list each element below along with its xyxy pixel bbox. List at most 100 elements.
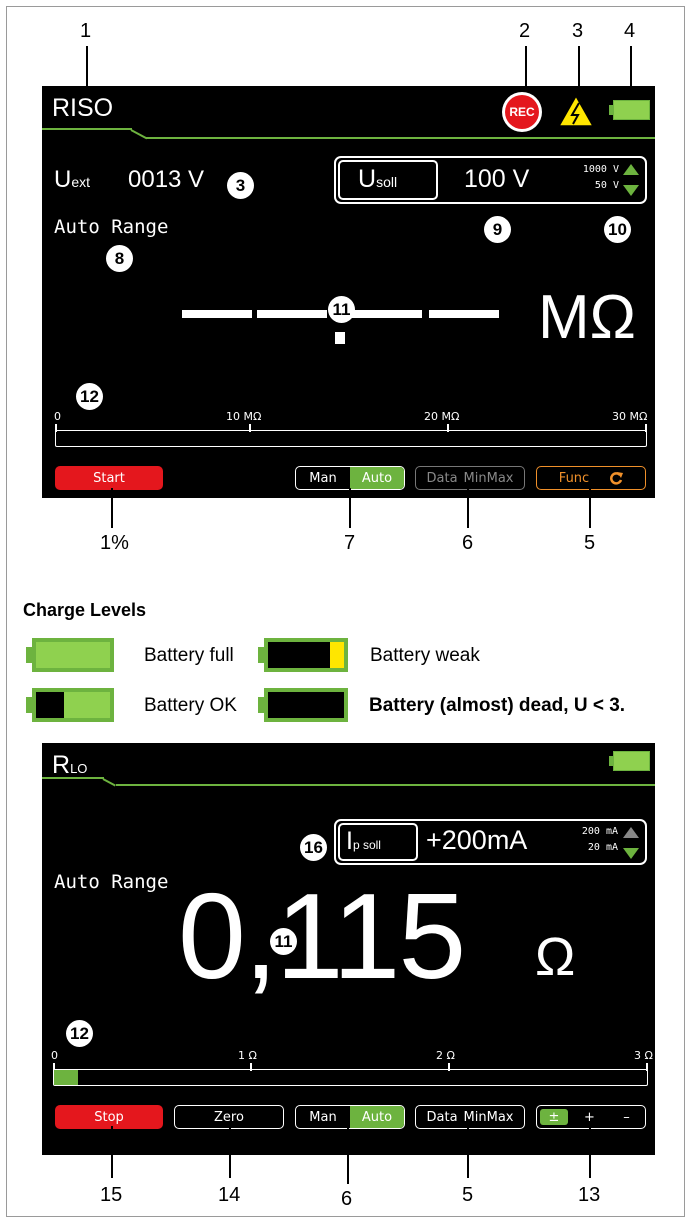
data-minmax-button-rlo[interactable]: Data MinMax <box>415 1105 525 1129</box>
callout-line-6 <box>467 488 469 528</box>
refresh-icon <box>610 472 624 485</box>
reading-unit: MΩ <box>538 283 636 352</box>
start-button[interactable]: Start <box>55 466 163 490</box>
callout-line-5 <box>589 488 591 528</box>
resistance-unit: Ω <box>535 927 576 987</box>
callout-2: 2 <box>519 20 531 42</box>
mode-title: RISO <box>52 94 114 122</box>
auto-range-label: Auto Range <box>54 216 169 238</box>
header-divider-rlo <box>116 784 655 786</box>
callout-7: 7 <box>344 532 356 554</box>
battery-full-icon <box>26 638 114 672</box>
measurement-bar-rlo <box>53 1069 648 1086</box>
man-auto-toggle[interactable]: Man Auto <box>295 466 405 490</box>
battery-weak-label: Battery weak <box>370 645 480 666</box>
header-divider <box>146 137 655 139</box>
reading-dash-3 <box>352 310 422 318</box>
usoll-max: 1000 V <box>582 164 619 175</box>
tab-slant-rlo <box>102 778 116 787</box>
minmax-label-rlo: MinMax <box>463 1109 514 1125</box>
usoll-label: Usoll <box>358 165 398 193</box>
usoll-value: 100 V <box>464 165 530 193</box>
man-option-rlo[interactable]: Man <box>296 1106 350 1128</box>
auto-option-rlo[interactable]: Auto <box>350 1106 404 1128</box>
rlo-screen: RLO 16 Ip soll +200mA 200 mA 20 mA Auto … <box>42 743 655 1155</box>
polarity-plus-option[interactable]: + <box>571 1106 608 1128</box>
uext-label: Uext <box>54 166 91 193</box>
callout-6: 6 <box>462 532 474 554</box>
charge-levels-title: Charge Levels <box>23 600 147 620</box>
badge-10: 10 <box>604 216 631 243</box>
callout-line-13 <box>589 1126 591 1178</box>
battery-full-label: Battery full <box>144 645 234 666</box>
tab-underline-rlo <box>42 777 104 779</box>
badge-8: 8 <box>106 245 133 272</box>
callout-line-1pct <box>111 488 113 528</box>
callout-line-7 <box>349 488 351 528</box>
scale-label-2-rlo: 2 Ω <box>436 1049 455 1062</box>
data-minmax-button[interactable]: Data MinMax <box>415 466 525 490</box>
ip-label: Ip soll <box>346 827 381 855</box>
man-option[interactable]: Man <box>296 467 350 489</box>
tab-underline <box>42 128 132 130</box>
polarity-minus-option[interactable]: – <box>608 1106 645 1128</box>
rec-indicator: REC <box>505 95 539 129</box>
badge-3: 3 <box>227 172 254 199</box>
auto-range-label-rlo: Auto Range <box>54 871 169 893</box>
func-label: Func <box>558 470 590 486</box>
badge-12: 12 <box>76 383 103 410</box>
callout-13: 13 <box>578 1184 601 1206</box>
badge-12-rlo: 12 <box>66 1020 93 1047</box>
riso-screen: RISO REC Uext 0013 V 3 Usoll 100 V 1000 … <box>42 86 655 498</box>
callout-line-6b <box>347 1126 349 1184</box>
callout-1: 1 <box>80 20 92 42</box>
scale-label-3-rlo: 3 Ω <box>634 1049 653 1062</box>
measurement-bar-fill-rlo <box>54 1070 78 1085</box>
callout-line-15 <box>111 1126 113 1178</box>
ip-soll-box[interactable]: Ip soll +200mA 200 mA 20 mA <box>334 819 647 865</box>
minmax-label: MinMax <box>463 470 514 486</box>
mode-title-rlo: RLO <box>52 751 88 779</box>
battery-weak-icon <box>264 638 348 672</box>
data-label: Data <box>426 470 458 486</box>
polarity-both-option[interactable]: ± <box>540 1109 568 1125</box>
callout-5: 5 <box>584 532 596 554</box>
usoll-min: 50 V <box>594 180 619 191</box>
battery-ok-icon <box>32 688 114 722</box>
callout-15: 15 <box>100 1184 123 1206</box>
measurement-bar <box>55 430 647 447</box>
man-auto-toggle-rlo[interactable]: Man Auto <box>295 1105 405 1129</box>
scale-label-0-rlo: 0 <box>51 1049 58 1062</box>
stop-button[interactable]: Stop <box>55 1105 163 1129</box>
badge-16: 16 <box>300 834 327 861</box>
callout-3: 3 <box>572 20 584 42</box>
badge-9: 9 <box>484 216 511 243</box>
auto-option[interactable]: Auto <box>350 467 404 489</box>
ip-value: +200mA <box>426 825 528 855</box>
high-voltage-warning-icon <box>557 94 595 127</box>
reading-dash-2 <box>257 310 327 318</box>
data-label-rlo: Data <box>426 1109 458 1125</box>
battery-icon <box>613 100 650 120</box>
polarity-toggle[interactable]: ± + – <box>536 1105 646 1129</box>
reading-dash-4 <box>429 310 499 318</box>
scale-label-30: 30 MΩ <box>612 410 648 423</box>
func-button[interactable]: Func <box>536 466 646 490</box>
scale-label-10: 10 MΩ <box>226 410 262 423</box>
reading-dash-1 <box>182 310 252 318</box>
battery-dead-label: Battery (almost) dead, U < 3. <box>369 695 626 716</box>
reading-point <box>335 332 345 344</box>
badge-11-rlo: 11 <box>270 928 297 955</box>
ip-min: 20 mA <box>587 842 618 853</box>
callout-line-14 <box>229 1126 231 1178</box>
scale-label-20: 20 MΩ <box>424 410 460 423</box>
up-down-arrows-icon[interactable] <box>622 163 640 197</box>
resistance-reading: 0,115 <box>178 868 466 1004</box>
badge-11: 11 <box>328 296 355 323</box>
up-down-arrows-icon-rlo[interactable] <box>622 826 640 860</box>
callout-line-5b <box>467 1126 469 1178</box>
callout-6b: 6 <box>341 1188 353 1210</box>
uext-value: 0013 V <box>128 166 205 193</box>
ip-max: 200 mA <box>581 826 618 837</box>
usoll-box[interactable]: Usoll 100 V 1000 V 50 V <box>334 156 647 204</box>
